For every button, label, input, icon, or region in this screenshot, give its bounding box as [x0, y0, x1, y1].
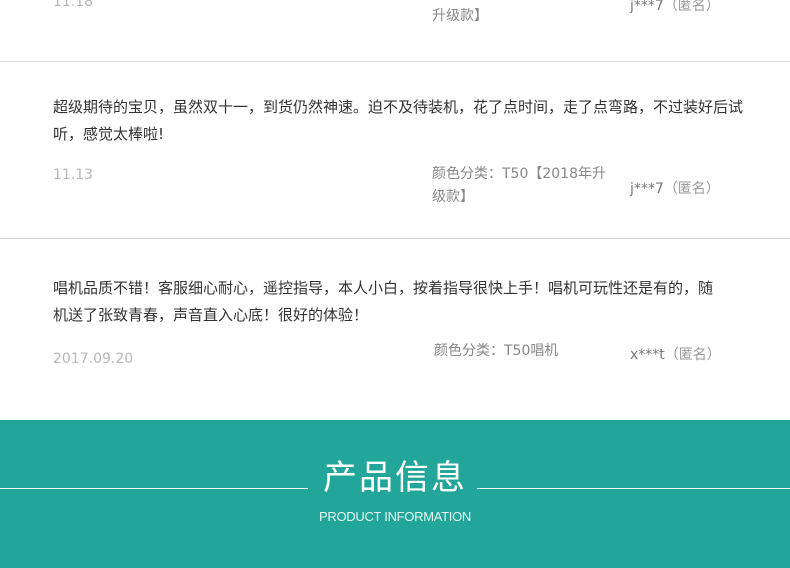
review-item: 超级期待的宝贝，虽然双十一，到货仍然神速。迫不及待装机，花了点时间，走了点弯路，… — [0, 62, 790, 238]
review-item: 唱机品质不错！客服细心耐心，遥控指导，本人小白，按着指导很快上手！唱机可玩性还是… — [0, 239, 790, 420]
review-user-name: j***7 — [630, 0, 664, 14]
review-item: 11.18 升级款】 j***7（匿名） — [0, 0, 790, 61]
review-user-anon: （匿名） — [664, 347, 721, 363]
review-date: 11.18 — [53, 0, 94, 10]
review-user-anon: （匿名） — [663, 181, 720, 197]
product-info-section: 产品信息 PRODUCT INFORMATION — [0, 420, 790, 568]
review-user-name: j***7 — [630, 181, 664, 197]
review-sku: 颜色分类：T50唱机 — [434, 343, 559, 359]
review-sku: 升级款】 — [432, 8, 488, 24]
review-user-name: x***t — [630, 347, 665, 363]
review-date: 2017.09.20 — [53, 351, 134, 367]
review-user: j***7（匿名） — [630, 0, 720, 15]
review-user: x***t（匿名） — [630, 344, 721, 364]
review-user-anon: （匿名） — [663, 0, 720, 14]
review-date: 11.13 — [53, 167, 94, 183]
section-title: 产品信息 — [323, 458, 467, 498]
review-sku: 颜色分类：T50【2018年升级款】 — [432, 166, 606, 205]
review-user: j***7（匿名） — [630, 178, 720, 198]
review-text: 超级期待的宝贝，虽然双十一，到货仍然神速。迫不及待装机，花了点时间，走了点弯路，… — [53, 98, 744, 143]
review-text: 唱机品质不错！客服细心耐心，遥控指导，本人小白，按着指导很快上手！唱机可玩性还是… — [53, 279, 714, 324]
section-subtitle: PRODUCT INFORMATION — [319, 509, 471, 524]
